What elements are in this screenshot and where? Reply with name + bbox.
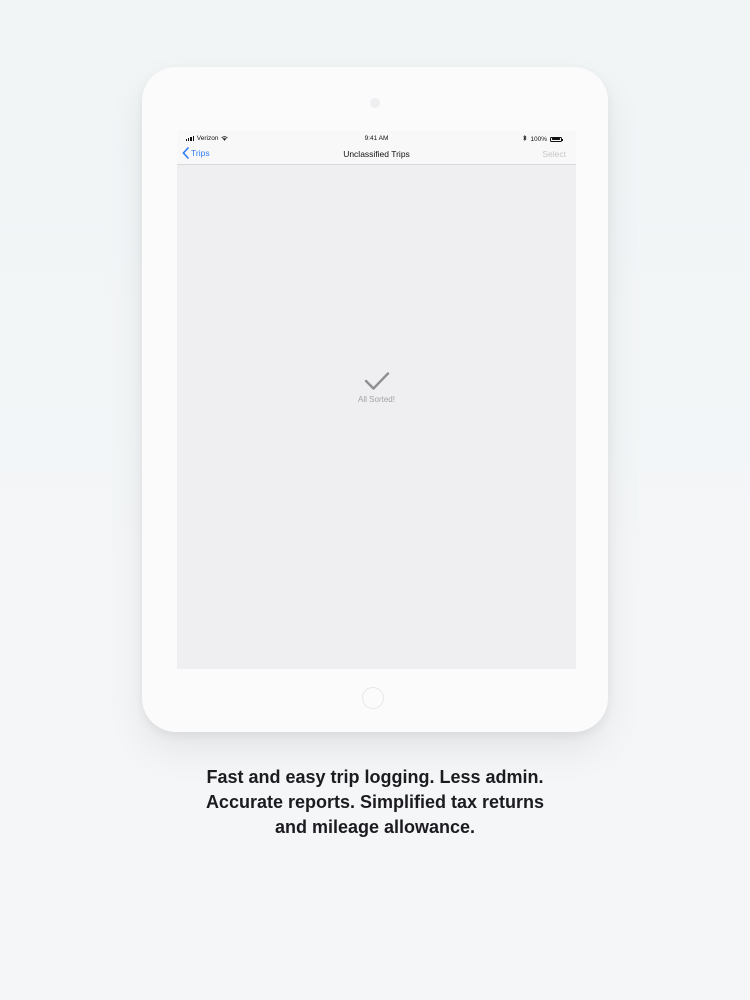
page-title: Unclassified Trips bbox=[343, 149, 410, 159]
status-right: 100% bbox=[523, 134, 563, 143]
empty-state-message: All Sorted! bbox=[358, 395, 395, 404]
app-screen: Verizon 9:41 AM 100% Trips Unclassified … bbox=[177, 131, 576, 669]
marketing-caption: Fast and easy trip logging. Less admin. … bbox=[0, 765, 750, 840]
status-bar: Verizon 9:41 AM 100% bbox=[177, 131, 576, 145]
empty-state: All Sorted! bbox=[177, 371, 576, 404]
caption-line-3: and mileage allowance. bbox=[274, 817, 476, 837]
bluetooth-icon bbox=[523, 134, 527, 143]
status-time: 9:41 AM bbox=[364, 135, 389, 142]
caption-line-1: Fast and easy trip logging. Less admin. bbox=[206, 767, 544, 787]
home-button[interactable] bbox=[362, 687, 384, 709]
checkmark-icon bbox=[177, 371, 576, 391]
select-button[interactable]: Select bbox=[542, 149, 566, 159]
battery-percent: 100% bbox=[530, 135, 547, 143]
tablet-frame: Verizon 9:41 AM 100% Trips Unclassified … bbox=[142, 67, 608, 732]
navigation-bar: Trips Unclassified Trips Select bbox=[177, 145, 576, 165]
camera-icon bbox=[370, 98, 380, 108]
caption-line-2: Accurate reports. Simplified tax returns bbox=[205, 792, 545, 812]
battery-icon bbox=[550, 136, 563, 142]
